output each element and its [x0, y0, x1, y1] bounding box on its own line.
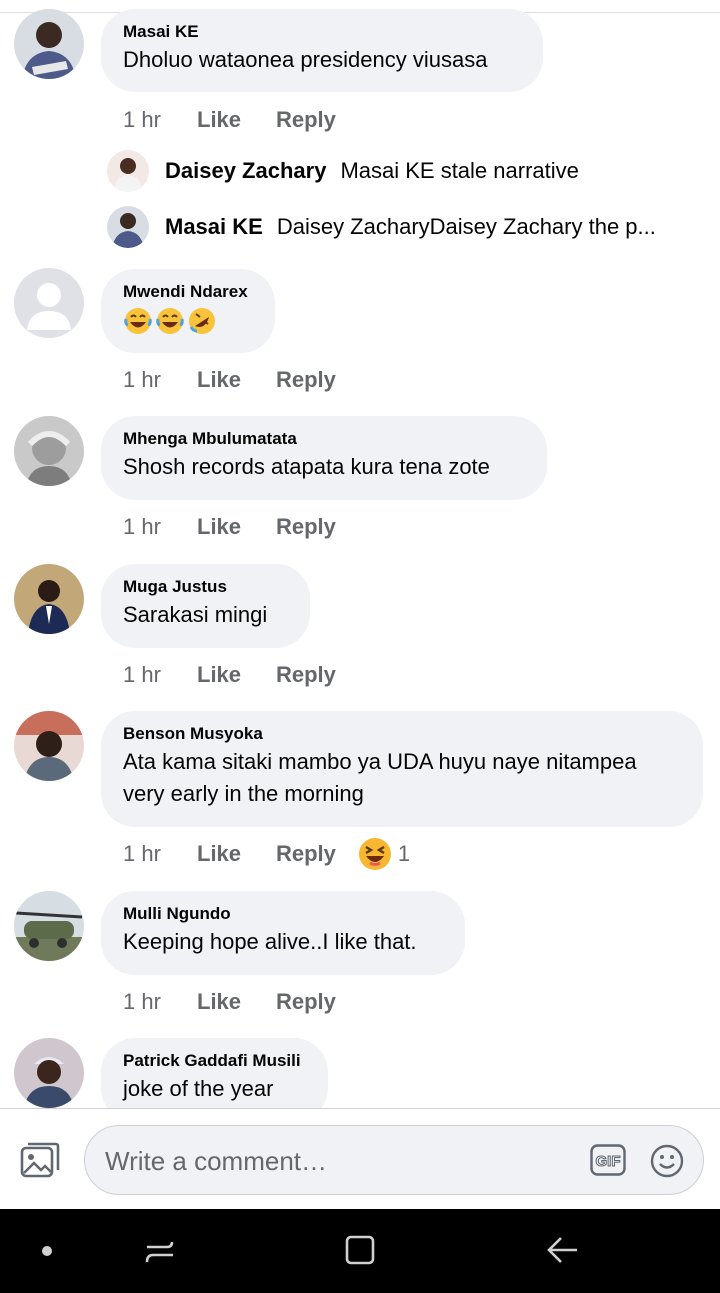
comment-text: joke of the year [123, 1076, 274, 1101]
reply-button[interactable]: Reply [276, 514, 336, 540]
comment-actions: 1 hr Like Reply 1 [123, 837, 410, 871]
comment-author[interactable]: Mulli Ngundo [123, 904, 443, 924]
avatar [107, 206, 149, 248]
gif-icon[interactable]: GIF [590, 1144, 626, 1176]
laughing-icon [358, 838, 391, 870]
laughing-tears-icon [124, 308, 152, 334]
reply-preview[interactable]: Daisey Zachary Masai KE stale narrative [107, 149, 579, 193]
reply-button[interactable]: Reply [276, 841, 336, 867]
comment-text: Dholuo wataonea presidency viusasa [123, 47, 488, 72]
comment-author[interactable]: Benson Musyoka [123, 724, 681, 744]
back-icon[interactable] [545, 1233, 581, 1267]
comment-input[interactable] [103, 1126, 577, 1196]
comment-time[interactable]: 1 hr [123, 841, 197, 867]
photo-icon[interactable] [20, 1142, 60, 1178]
reply-text: Masai KE stale narrative [340, 158, 579, 183]
comment-actions: 1 hr Like Reply [123, 660, 336, 690]
avatar[interactable] [14, 416, 84, 486]
like-button[interactable]: Like [197, 367, 276, 393]
comment-time[interactable]: 1 hr [123, 514, 197, 540]
comment-bubble[interactable]: Mhenga Mbulumatata Shosh records atapata… [101, 416, 547, 500]
comment-time[interactable]: 1 hr [123, 107, 197, 133]
avatar[interactable] [14, 268, 84, 338]
recent-apps-icon[interactable] [143, 1234, 177, 1268]
reply-preview[interactable]: Masai KE Daisey ZacharyDaisey Zachary th… [107, 205, 656, 249]
comment-actions: 1 hr Like Reply [123, 512, 336, 542]
reaction-summary[interactable]: 1 [358, 837, 410, 871]
emoji-text [123, 306, 253, 336]
avatar[interactable] [14, 711, 84, 781]
comment-bubble[interactable]: Muga Justus Sarakasi mingi [101, 564, 310, 648]
avatar[interactable] [14, 891, 84, 961]
comment-author[interactable]: Patrick Gaddafi Musili [123, 1051, 306, 1071]
comment-text: Sarakasi mingi [123, 602, 268, 627]
reply-button[interactable]: Reply [276, 989, 336, 1015]
like-button[interactable]: Like [197, 841, 276, 867]
reply-author[interactable]: Masai KE [165, 214, 263, 240]
comment-time[interactable]: 1 hr [123, 367, 197, 393]
reply-text: Daisey ZacharyDaisey Zachary the p... [276, 214, 656, 239]
system-navigation-bar [0, 1209, 720, 1293]
comment-author[interactable]: Masai KE [123, 22, 521, 42]
avatar[interactable] [14, 9, 84, 79]
comment-text: Keeping hope alive..I like that. [123, 929, 417, 954]
comment-bubble[interactable]: Benson Musyoka Ata kama sitaki mambo ya … [101, 711, 703, 827]
comments-feed[interactable]: Masai KE Dholuo wataonea presidency vius… [0, 0, 720, 1108]
reply-button[interactable]: Reply [276, 662, 336, 688]
comment-time[interactable]: 1 hr [123, 662, 197, 688]
comment-author[interactable]: Muga Justus [123, 577, 288, 597]
reply-button[interactable]: Reply [276, 107, 336, 133]
like-button[interactable]: Like [197, 662, 276, 688]
like-button[interactable]: Like [197, 514, 276, 540]
comment-text: Shosh records atapata kura tena zote [123, 454, 490, 479]
comment-composer: GIF [0, 1108, 720, 1209]
avatar[interactable] [14, 564, 84, 634]
reply-button[interactable]: Reply [276, 367, 336, 393]
gif-label: GIF [596, 1153, 621, 1170]
comment-time[interactable]: 1 hr [123, 989, 197, 1015]
dot-icon[interactable] [40, 1244, 54, 1258]
comment-bubble[interactable]: Mulli Ngundo Keeping hope alive..I like … [101, 891, 465, 975]
comment-author[interactable]: Mwendi Ndarex [123, 282, 253, 302]
comment-actions: 1 hr Like Reply [123, 365, 336, 395]
avatar[interactable] [14, 1038, 84, 1108]
like-button[interactable]: Like [197, 989, 276, 1015]
reaction-count: 1 [397, 841, 411, 866]
comment-author[interactable]: Mhenga Mbulumatata [123, 429, 525, 449]
comment-bubble[interactable]: Patrick Gaddafi Musili joke of the year [101, 1038, 328, 1108]
comment-text: Ata kama sitaki mambo ya UDA huyu naye n… [123, 749, 637, 806]
comment-bubble[interactable]: Masai KE Dholuo wataonea presidency vius… [101, 9, 543, 92]
comment-actions: 1 hr Like Reply [123, 987, 336, 1017]
reply-author[interactable]: Daisey Zachary [165, 158, 326, 184]
avatar [107, 150, 149, 192]
like-button[interactable]: Like [197, 107, 276, 133]
comment-bubble[interactable]: Mwendi Ndarex [101, 269, 275, 353]
home-icon[interactable] [343, 1233, 377, 1267]
comment-actions: 1 hr Like Reply [123, 105, 336, 135]
laughing-tears-icon [156, 308, 184, 334]
rolling-laughing-icon [189, 308, 215, 334]
comment-field[interactable]: GIF [84, 1125, 704, 1196]
emoji-icon[interactable] [650, 1144, 684, 1178]
